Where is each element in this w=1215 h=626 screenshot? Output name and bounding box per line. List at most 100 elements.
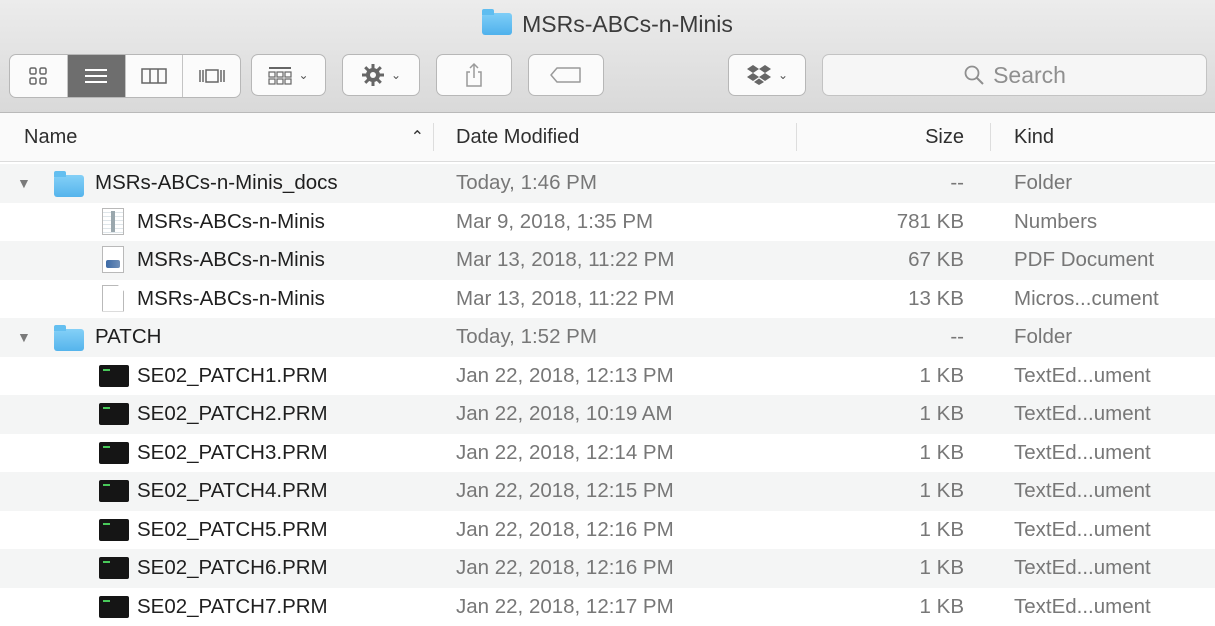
gallery-view-icon <box>197 67 227 85</box>
kind-column-label: Kind <box>1014 126 1054 149</box>
file-kind: TextEd...ument <box>1014 395 1151 434</box>
file-name: MSRs-ABCs-n-Minis <box>137 203 325 242</box>
share-button[interactable] <box>436 54 512 96</box>
file-name: SE02_PATCH5.PRM <box>137 511 328 550</box>
window-title-text: MSRs-ABCs-n-Minis <box>522 11 733 38</box>
file-name: MSRs-ABCs-n-Minis_docs <box>95 164 338 203</box>
date-modified: Mar 13, 2018, 11:22 PM <box>456 241 674 280</box>
file-kind: PDF Document <box>1014 241 1154 280</box>
list-item[interactable]: ▼ MSRs-ABCs-n-Minis_docs Today, 1:46 PM … <box>0 164 1215 203</box>
terminal-document-icon <box>99 365 129 387</box>
file-size: 1 KB <box>800 434 964 473</box>
group-by-button[interactable]: ⌄ <box>251 54 326 96</box>
search-field[interactable]: Search <box>822 54 1207 96</box>
tag-icon <box>549 66 583 84</box>
edit-tags-button[interactable] <box>528 54 604 96</box>
file-size: 13 KB <box>800 280 964 319</box>
date-modified: Jan 22, 2018, 12:17 PM <box>456 588 674 626</box>
file-size: 781 KB <box>800 203 964 242</box>
column-divider[interactable] <box>796 123 797 151</box>
list-view-icon <box>84 67 108 85</box>
list-item[interactable]: SE02_PATCH7.PRM Jan 22, 2018, 12:17 PM 1… <box>0 588 1215 626</box>
chevron-down-icon: ⌄ <box>778 68 788 82</box>
file-kind: Folder <box>1014 164 1072 203</box>
folder-icon <box>482 13 512 35</box>
icon-view-button[interactable] <box>10 55 68 97</box>
file-kind: TextEd...ument <box>1014 357 1151 396</box>
file-size: -- <box>800 164 964 203</box>
file-list: ▼ MSRs-ABCs-n-Minis_docs Today, 1:46 PM … <box>0 164 1215 626</box>
file-size: 1 KB <box>800 549 964 588</box>
list-item[interactable]: SE02_PATCH3.PRM Jan 22, 2018, 12:14 PM 1… <box>0 434 1215 473</box>
list-item[interactable]: MSRs-ABCs-n-Minis Mar 13, 2018, 11:22 PM… <box>0 241 1215 280</box>
dropbox-button[interactable]: ⌄ <box>728 54 806 96</box>
list-item[interactable]: SE02_PATCH2.PRM Jan 22, 2018, 10:19 AM 1… <box>0 395 1215 434</box>
action-menu-button[interactable]: ⌄ <box>342 54 420 96</box>
date-modified: Today, 1:46 PM <box>456 164 597 203</box>
column-divider[interactable] <box>990 123 991 151</box>
name-column-header[interactable]: Name ⌃ <box>24 113 429 161</box>
column-view-button[interactable] <box>126 55 184 97</box>
view-mode-segmented-control <box>9 54 241 98</box>
file-name: SE02_PATCH4.PRM <box>137 472 328 511</box>
titlebar: MSRs-ABCs-n-Minis <box>0 0 1215 113</box>
size-column-header[interactable]: Size <box>800 113 964 161</box>
toolbar: ⌄ ⌄ <box>0 54 1215 98</box>
column-view-icon <box>141 67 167 85</box>
list-item[interactable]: MSRs-ABCs-n-Minis Mar 9, 2018, 1:35 PM 7… <box>0 203 1215 242</box>
date-modified: Jan 22, 2018, 12:14 PM <box>456 434 674 473</box>
column-divider[interactable] <box>433 123 434 151</box>
file-kind: Folder <box>1014 318 1072 357</box>
terminal-document-icon <box>99 442 129 464</box>
file-name: SE02_PATCH7.PRM <box>137 588 328 626</box>
file-name: MSRs-ABCs-n-Minis <box>137 280 325 319</box>
list-item[interactable]: SE02_PATCH6.PRM Jan 22, 2018, 12:16 PM 1… <box>0 549 1215 588</box>
date-modified-column-header[interactable]: Date Modified <box>456 113 786 161</box>
file-name: PATCH <box>95 318 161 357</box>
gallery-view-button[interactable] <box>183 55 240 97</box>
file-size: 67 KB <box>800 241 964 280</box>
file-kind: Micros...cument <box>1014 280 1159 319</box>
share-icon <box>464 62 484 88</box>
list-item[interactable]: MSRs-ABCs-n-Minis Mar 13, 2018, 11:22 PM… <box>0 280 1215 319</box>
size-column-label: Size <box>925 126 964 149</box>
disclosure-triangle-icon[interactable]: ▼ <box>17 318 31 357</box>
terminal-document-icon <box>99 596 129 618</box>
list-item[interactable]: SE02_PATCH1.PRM Jan 22, 2018, 12:13 PM 1… <box>0 357 1215 396</box>
file-size: 1 KB <box>800 357 964 396</box>
date-modified: Jan 22, 2018, 10:19 AM <box>456 395 673 434</box>
file-size: 1 KB <box>800 588 964 626</box>
terminal-document-icon <box>99 519 129 541</box>
date-modified: Mar 13, 2018, 11:22 PM <box>456 280 674 319</box>
list-item[interactable]: SE02_PATCH4.PRM Jan 22, 2018, 12:15 PM 1… <box>0 472 1215 511</box>
group-icon <box>268 65 292 85</box>
file-kind: TextEd...ument <box>1014 588 1151 626</box>
file-size: 1 KB <box>800 395 964 434</box>
folder-icon <box>54 329 84 351</box>
numbers-document-icon <box>102 208 124 235</box>
date-modified: Mar 9, 2018, 1:35 PM <box>456 203 653 242</box>
file-name: SE02_PATCH2.PRM <box>137 395 328 434</box>
list-view-button[interactable] <box>68 55 126 97</box>
file-kind: Numbers <box>1014 203 1097 242</box>
file-name: SE02_PATCH6.PRM <box>137 549 328 588</box>
finder-window: MSRs-ABCs-n-Minis <box>0 0 1215 620</box>
date-modified: Jan 22, 2018, 12:16 PM <box>456 549 674 588</box>
disclosure-triangle-icon[interactable]: ▼ <box>17 164 31 203</box>
search-placeholder: Search <box>993 62 1066 89</box>
file-kind: TextEd...ument <box>1014 511 1151 550</box>
chevron-down-icon: ⌄ <box>391 68 401 82</box>
dropbox-icon <box>746 64 772 86</box>
name-column-label: Name <box>24 126 77 149</box>
date-modified: Jan 22, 2018, 12:16 PM <box>456 511 674 550</box>
file-kind: TextEd...ument <box>1014 472 1151 511</box>
date-column-label: Date Modified <box>456 126 579 149</box>
kind-column-header[interactable]: Kind <box>1014 113 1204 161</box>
list-item[interactable]: SE02_PATCH5.PRM Jan 22, 2018, 12:16 PM 1… <box>0 511 1215 550</box>
blank-document-icon <box>102 285 124 312</box>
column-header: Name ⌃ Date Modified Size Kind <box>0 113 1215 162</box>
list-item[interactable]: ▼ PATCH Today, 1:52 PM -- Folder <box>0 318 1215 357</box>
file-kind: TextEd...ument <box>1014 434 1151 473</box>
date-modified: Today, 1:52 PM <box>456 318 597 357</box>
search-icon <box>963 64 985 86</box>
